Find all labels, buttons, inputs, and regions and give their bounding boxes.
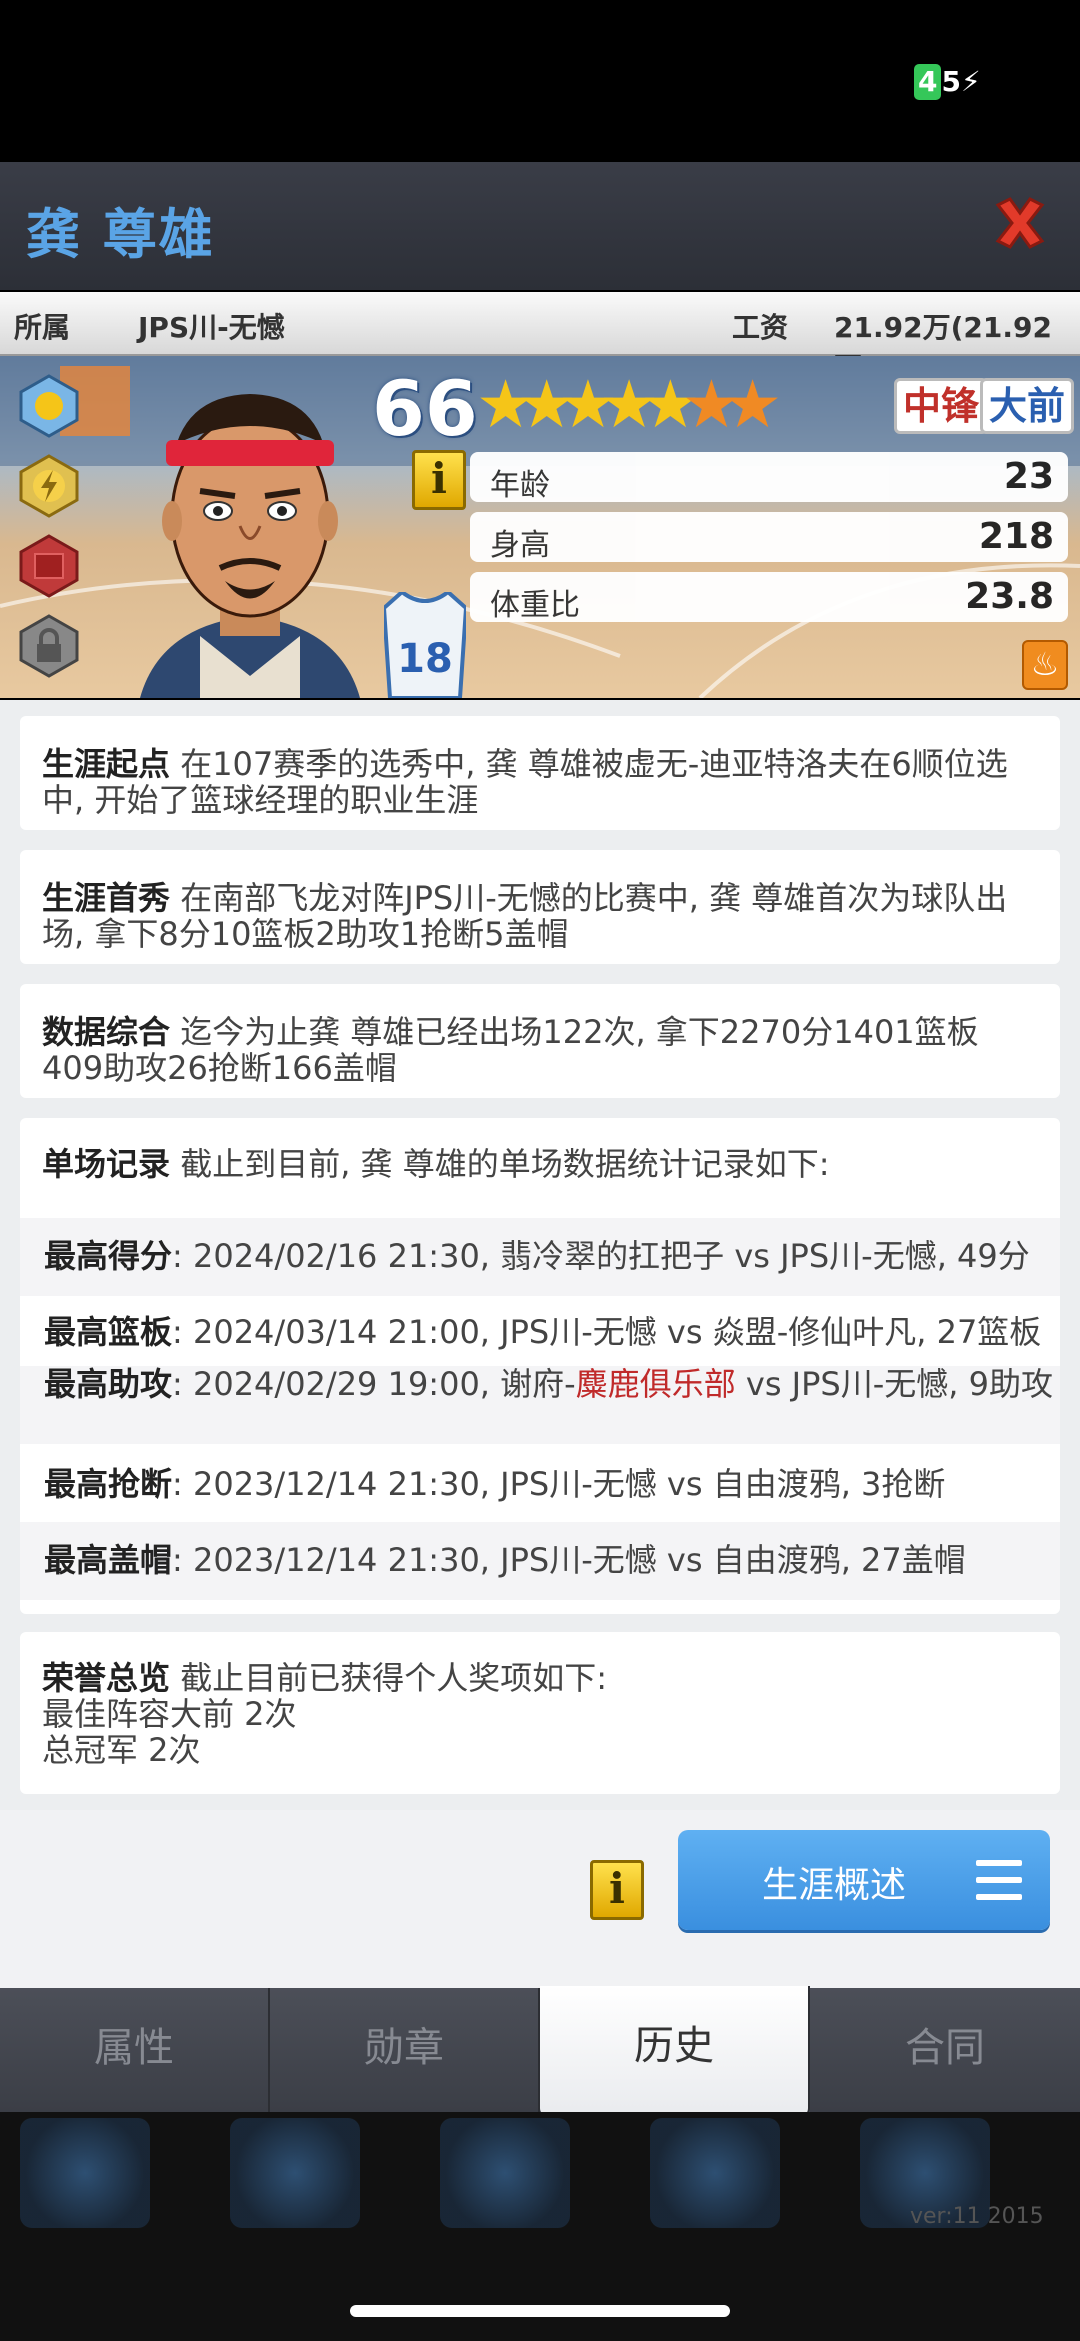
record-row-rebounds: 最高篮板: 2024/03/14 21:00, JPS川-无憾 vs 焱盟-修仙… — [20, 1296, 1060, 1366]
section-body: 截止目前已获得个人奖项如下: — [170, 1659, 607, 1697]
star-rating: ★ ★ ★ ★ ★ ★ ★ — [476, 370, 782, 440]
player-info-strip: 所属 JPS川-无憾 工资 21.92万(21.92万) — [0, 292, 1080, 384]
stat-label: 年龄 — [490, 468, 550, 503]
record-row-points: 最高得分: 2024/02/16 21:30, 翡冷翠的扛把子 vs JPS川-… — [20, 1218, 1060, 1296]
record-label: 最高抢断 — [44, 1465, 173, 1503]
tab-history[interactable]: 历史 — [540, 1986, 810, 2116]
action-bar: i 生涯概述 — [0, 1810, 1080, 1988]
salary-label: 工资 — [732, 311, 789, 344]
honors-panel: 荣誉总览 截止目前已获得个人奖项如下: 最佳阵容大前 2次 总冠军 2次 — [20, 1632, 1060, 1794]
record-detail: : 2024/03/14 21:00, JPS川-无憾 vs 焱盟-修仙叶凡, … — [172, 1313, 1042, 1351]
record-label: 最高盖帽 — [44, 1541, 173, 1579]
overall-rating: 66 — [372, 364, 478, 453]
section-body: 迄今为止龚 尊雄已经出场122次, 拿下2270分1401篮板409助攻26抢断… — [42, 1013, 979, 1087]
stat-value: 23 — [1003, 456, 1054, 497]
record-detail: : 2024/02/16 21:30, 翡冷翠的扛把子 vs JPS川-无憾, … — [172, 1237, 1030, 1275]
section-title: 单场记录 — [42, 1145, 171, 1183]
fire-icon[interactable]: ♨ — [1022, 640, 1068, 690]
stat-row-age: 年龄 23 — [470, 452, 1068, 503]
nav-star-icon — [20, 2118, 150, 2228]
section-title: 荣誉总览 — [42, 1659, 171, 1697]
position-tag-power-forward: 大前 — [980, 378, 1075, 434]
summary-panel: 数据综合 迄今为止龚 尊雄已经出场122次, 拿下2270分1401篮板409助… — [20, 984, 1060, 1098]
record-detail: : 2023/12/14 21:30, JPS川-无憾 vs 自由渡鸦, 3抢断 — [172, 1465, 946, 1503]
history-list[interactable]: 生涯起点 在107赛季的选秀中, 龚 尊雄被虚无-迪亚特洛夫在6顺位选中, 开始… — [0, 700, 1080, 1810]
info-icon[interactable]: i — [590, 1860, 644, 1920]
nav-money-icon — [230, 2118, 360, 2228]
stat-value: 23.8 — [965, 576, 1054, 617]
honor-item: 最佳阵容大前 2次 — [42, 1695, 297, 1733]
section-body: 在107赛季的选秀中, 龚 尊雄被虚无-迪亚特洛夫在6顺位选中, 开始了篮球经理… — [42, 745, 1008, 819]
stat-value: 218 — [978, 516, 1054, 557]
career-start-text: 生涯起点 在107赛季的选秀中, 龚 尊雄被虚无-迪亚特洛夫在6顺位选中, 开始… — [42, 746, 1038, 818]
record-row-assists: 最高助攻: 2024/02/29 19:00, 谢府-麋鹿俱乐部 vs JPS川… — [20, 1366, 1060, 1444]
honor-item: 总冠军 2次 — [42, 1731, 201, 1769]
career-overview-button[interactable]: 生涯概述 — [678, 1830, 1050, 1930]
battery-charging-icon: 5⚡ — [941, 65, 981, 98]
skill-badge-speed-icon[interactable] — [17, 454, 81, 518]
record-row-blocks: 最高盖帽: 2023/12/14 21:30, JPS川-无憾 vs 自由渡鸦,… — [20, 1522, 1060, 1600]
team-label: 所属 — [14, 311, 71, 344]
close-icon[interactable] — [990, 193, 1050, 253]
player-name-title: 龚 尊雄 — [26, 203, 215, 266]
record-detail: vs JPS川-无憾, 9助攻 — [735, 1365, 1053, 1403]
version-text: ver:11 2015 — [910, 2204, 1044, 2229]
section-body: 在南部飞龙对阵JPS川-无憾的比赛中, 龚 尊雄首次为球队出场, 拿下8分10篮… — [42, 879, 1008, 953]
record-detail: : 2024/02/29 19:00, 谢府- — [172, 1365, 576, 1403]
home-indicator[interactable] — [350, 2305, 730, 2317]
record-label: 最高得分 — [44, 1237, 173, 1275]
record-label: 最高助攻 — [44, 1365, 173, 1403]
tab-attributes[interactable]: 属性 — [0, 1988, 270, 2112]
career-debut-text: 生涯首秀 在南部飞龙对阵JPS川-无憾的比赛中, 龚 尊雄首次为球队出场, 拿下… — [42, 880, 1038, 952]
hamburger-icon — [976, 1860, 1022, 1900]
team-value: JPS川-无憾 — [138, 311, 285, 344]
position-tag-center: 中锋 — [894, 378, 989, 434]
single-game-records-panel: 单场记录 截止到目前, 龚 尊雄的单场数据统计记录如下: 最高得分: 2024/… — [20, 1118, 1060, 1614]
career-start-panel: 生涯起点 在107赛季的选秀中, 龚 尊雄被虚无-迪亚特洛夫在6顺位选中, 开始… — [20, 716, 1060, 830]
record-row-steals: 最高抢断: 2023/12/14 21:30, JPS川-无憾 vs 自由渡鸦,… — [20, 1444, 1060, 1522]
stat-label: 身高 — [490, 528, 550, 563]
nav-team-icon — [440, 2118, 570, 2228]
career-debut-panel: 生涯首秀 在南部飞龙对阵JPS川-无憾的比赛中, 龚 尊雄首次为球队出场, 拿下… — [20, 850, 1060, 964]
star-half-icon: ★ — [723, 366, 783, 443]
section-title: 生涯首秀 — [42, 879, 171, 917]
skill-badge-locked-icon[interactable] — [17, 614, 81, 678]
battery-level: 4 — [914, 64, 942, 100]
title-bar: 龚 尊雄 — [0, 162, 1080, 290]
records-intro-text: 单场记录 截止到目前, 龚 尊雄的单场数据统计记录如下: — [42, 1146, 1038, 1182]
career-overview-label: 生涯概述 — [762, 1865, 907, 1906]
record-team-link[interactable]: 麋鹿俱乐部 — [576, 1365, 736, 1403]
stat-label: 体重比 — [490, 588, 580, 623]
skill-badge-dunk-icon[interactable] — [17, 374, 81, 438]
jersey-icon: 18 — [384, 592, 466, 698]
honors-text: 荣誉总览 截止目前已获得个人奖项如下: 最佳阵容大前 2次 总冠军 2次 — [42, 1660, 1038, 1768]
info-icon[interactable]: i — [412, 450, 466, 510]
section-title: 数据综合 — [42, 1013, 171, 1051]
record-detail: : 2023/12/14 21:30, JPS川-无憾 vs 自由渡鸦, 27盖… — [172, 1541, 966, 1579]
record-label: 最高篮板 — [44, 1313, 173, 1351]
player-avatar — [140, 394, 360, 698]
stat-row-weight-ratio: 体重比 23.8 — [470, 572, 1068, 623]
stat-row-height: 身高 218 — [470, 512, 1068, 563]
tab-medals[interactable]: 勋章 — [270, 1988, 540, 2112]
status-bar: 4 5⚡ — [0, 0, 1080, 162]
tab-bar: 属性 勋章 历史 合同 — [0, 1986, 1080, 2116]
jersey-number: 18 — [397, 636, 453, 682]
battery-indicator: 4 5⚡ — [914, 64, 981, 100]
tab-contract[interactable]: 合同 — [810, 1988, 1080, 2112]
player-card: 66 ★ ★ ★ ★ ★ ★ ★ 中锋 大前 i 年龄 23 身高 218 体重… — [0, 356, 1080, 698]
section-title: 生涯起点 — [42, 745, 171, 783]
nav-ball-icon — [650, 2118, 780, 2228]
summary-text: 数据综合 迄今为止龚 尊雄已经出场122次, 拿下2270分1401篮板409助… — [42, 1014, 1038, 1086]
section-body: 截止到目前, 龚 尊雄的单场数据统计记录如下: — [170, 1145, 830, 1183]
skill-badge-wall-icon[interactable] — [17, 534, 81, 598]
